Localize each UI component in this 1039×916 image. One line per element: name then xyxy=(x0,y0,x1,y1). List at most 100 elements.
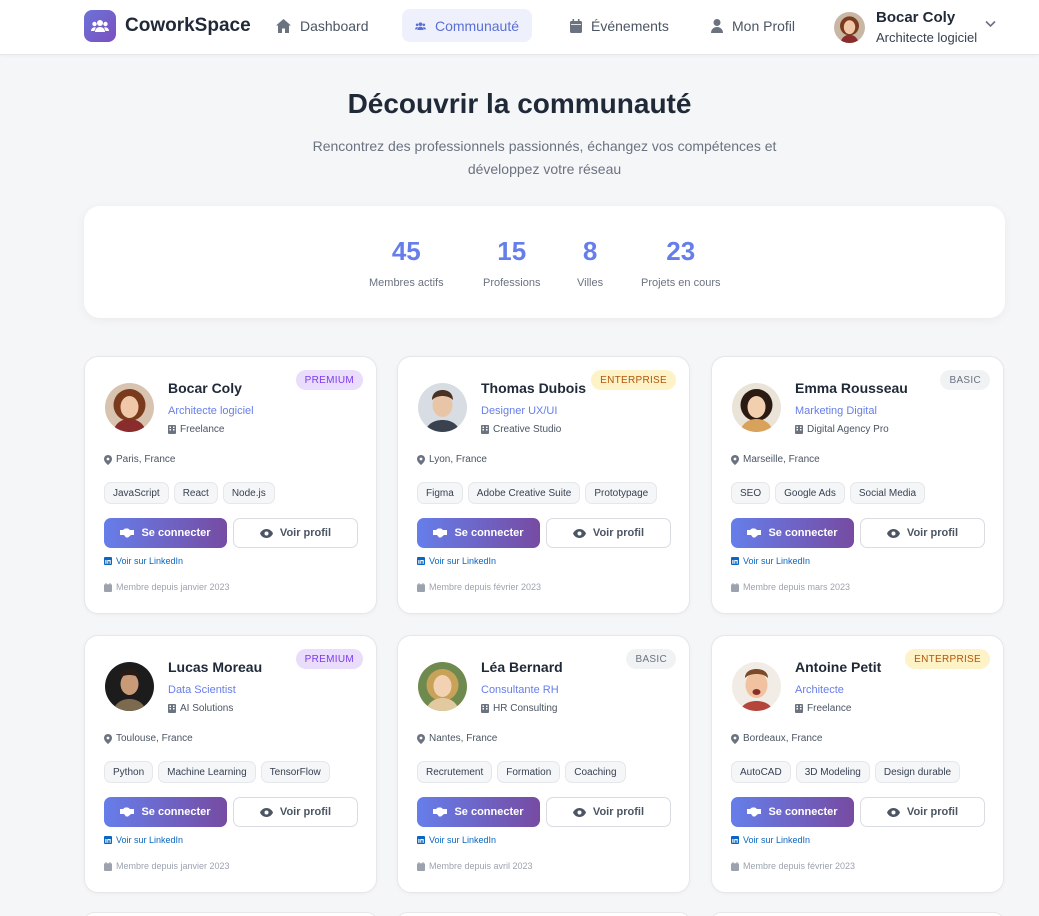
member-role: Marketing Digital xyxy=(795,405,877,417)
connect-button[interactable]: Se connecter xyxy=(417,797,540,827)
skill-tag: AutoCAD xyxy=(731,761,791,783)
logo[interactable]: CoworkSpace xyxy=(84,10,251,42)
avatar xyxy=(105,662,154,711)
page-title: Découvrir la communauté xyxy=(347,88,692,119)
stat-membres: 45 Membres actifs xyxy=(369,236,444,289)
linkedin-link[interactable]: Voir sur LinkedIn xyxy=(417,835,496,845)
member-location: Nantes, France xyxy=(417,733,497,744)
handshake-icon xyxy=(747,528,762,538)
skill-tag: Prototypage xyxy=(585,482,658,504)
view-profile-button[interactable]: Voir profil xyxy=(860,518,985,548)
member-since: Membre depuis janvier 2023 xyxy=(104,582,230,592)
member-since: Membre depuis avril 2023 xyxy=(417,861,533,871)
skill-list: Figma Adobe Creative Suite Prototypage xyxy=(417,482,662,504)
connect-button[interactable]: Se connecter xyxy=(104,518,227,548)
member-location-label: Marseille, France xyxy=(743,454,820,465)
skill-tag: Node.js xyxy=(222,482,275,504)
building-icon xyxy=(795,425,803,434)
view-profile-button[interactable]: Voir profil xyxy=(860,797,985,827)
stats-panel: 45 Membres actifs 15 Professions 8 Ville… xyxy=(84,206,1005,318)
member-location-label: Lyon, France xyxy=(429,454,487,465)
linkedin-icon xyxy=(731,836,739,844)
eye-icon xyxy=(259,528,273,538)
connect-button-label: Se connecter xyxy=(454,527,524,539)
page-subtitle: Rencontrez des professionnels passionnés… xyxy=(312,138,777,177)
nav-evenements[interactable]: Événements xyxy=(557,9,682,42)
view-profile-label: Voir profil xyxy=(279,806,332,818)
connect-button-label: Se connecter xyxy=(768,806,838,818)
building-icon xyxy=(168,425,176,434)
calendar-icon xyxy=(417,582,425,592)
chevron-down-icon[interactable] xyxy=(985,20,996,28)
avatar xyxy=(418,662,467,711)
nav-dashboard-label: Dashboard xyxy=(300,17,369,34)
member-company-label: Freelance xyxy=(807,703,852,714)
users-icon xyxy=(415,21,426,30)
calendar-icon xyxy=(731,861,739,871)
plan-badge: PREMIUM xyxy=(295,370,363,390)
view-profile-label: Voir profil xyxy=(592,806,645,818)
handshake-icon xyxy=(120,807,135,817)
view-profile-button[interactable]: Voir profil xyxy=(233,518,358,548)
connect-button[interactable]: Se connecter xyxy=(104,797,227,827)
member-since-label: Membre depuis janvier 2023 xyxy=(116,582,230,592)
connect-button[interactable]: Se connecter xyxy=(417,518,540,548)
linkedin-icon xyxy=(417,557,425,565)
member-name: Thomas Dubois xyxy=(481,380,587,396)
member-company: HR Consulting xyxy=(481,703,557,714)
handshake-icon xyxy=(433,528,448,538)
skill-tag: TensorFlow xyxy=(260,761,330,783)
member-since: Membre depuis février 2023 xyxy=(417,582,541,592)
linkedin-icon xyxy=(104,836,112,844)
map-pin-icon xyxy=(104,454,112,465)
member-location-label: Paris, France xyxy=(116,454,176,465)
member-name: Antoine Petit xyxy=(795,659,882,675)
member-company-label: HR Consulting xyxy=(493,703,558,714)
member-location: Paris, France xyxy=(104,454,175,465)
skill-list: Recrutement Formation Coaching xyxy=(417,761,631,783)
member-location: Lyon, France xyxy=(417,454,487,465)
member-name: Bocar Coly xyxy=(168,380,242,396)
member-card: ENTERPRISE Thomas Dubois Designer UX/UI … xyxy=(397,356,690,614)
nav-communaute-label: Communauté xyxy=(434,17,519,34)
building-icon xyxy=(481,425,489,434)
map-pin-icon xyxy=(104,733,112,744)
linkedin-link[interactable]: Voir sur LinkedIn xyxy=(104,835,183,845)
connect-button[interactable]: Se connecter xyxy=(731,797,854,827)
linkedin-link[interactable]: Voir sur LinkedIn xyxy=(417,556,496,566)
nav-mon-profil[interactable]: Mon Profil xyxy=(698,9,808,42)
view-profile-button[interactable]: Voir profil xyxy=(233,797,358,827)
connect-button[interactable]: Se connecter xyxy=(731,518,854,548)
view-profile-button[interactable]: Voir profil xyxy=(546,797,671,827)
calendar-icon xyxy=(570,18,582,33)
user-menu[interactable]: Bocar Coly Architecte logiciel xyxy=(834,9,977,45)
skill-list: AutoCAD 3D Modeling Design durable xyxy=(731,761,965,783)
connect-button-label: Se connecter xyxy=(454,806,524,818)
member-name: Emma Rousseau xyxy=(795,380,908,396)
skill-tag: React xyxy=(173,482,218,504)
home-icon xyxy=(276,18,291,33)
member-company-label: Freelance xyxy=(180,424,225,435)
member-company-label: Digital Agency Pro xyxy=(807,424,889,435)
view-profile-button[interactable]: Voir profil xyxy=(546,518,671,548)
member-card-partial xyxy=(84,912,377,916)
plan-badge: BASIC xyxy=(626,649,676,669)
eye-icon xyxy=(886,807,900,817)
connect-button-label: Se connecter xyxy=(141,527,211,539)
eye-icon xyxy=(259,807,273,817)
handshake-icon xyxy=(433,807,448,817)
member-role: Designer UX/UI xyxy=(481,405,558,417)
linkedin-link[interactable]: Voir sur LinkedIn xyxy=(731,556,810,566)
calendar-icon xyxy=(104,582,112,592)
member-card: PREMIUM Lucas Moreau Data Scientist AI S… xyxy=(84,635,377,893)
linkedin-link[interactable]: Voir sur LinkedIn xyxy=(731,835,810,845)
skill-tag: Machine Learning xyxy=(158,761,256,783)
linkedin-link[interactable]: Voir sur LinkedIn xyxy=(104,556,183,566)
nav-mon-profil-label: Mon Profil xyxy=(732,17,796,34)
skill-tag: Adobe Creative Suite xyxy=(467,482,581,504)
stat-value: 8 xyxy=(582,236,598,266)
member-company: Digital Agency Pro xyxy=(795,424,889,435)
nav-dashboard[interactable]: Dashboard xyxy=(263,9,382,42)
member-since-label: Membre depuis janvier 2023 xyxy=(116,861,230,871)
nav-communaute[interactable]: Communauté xyxy=(402,9,532,42)
